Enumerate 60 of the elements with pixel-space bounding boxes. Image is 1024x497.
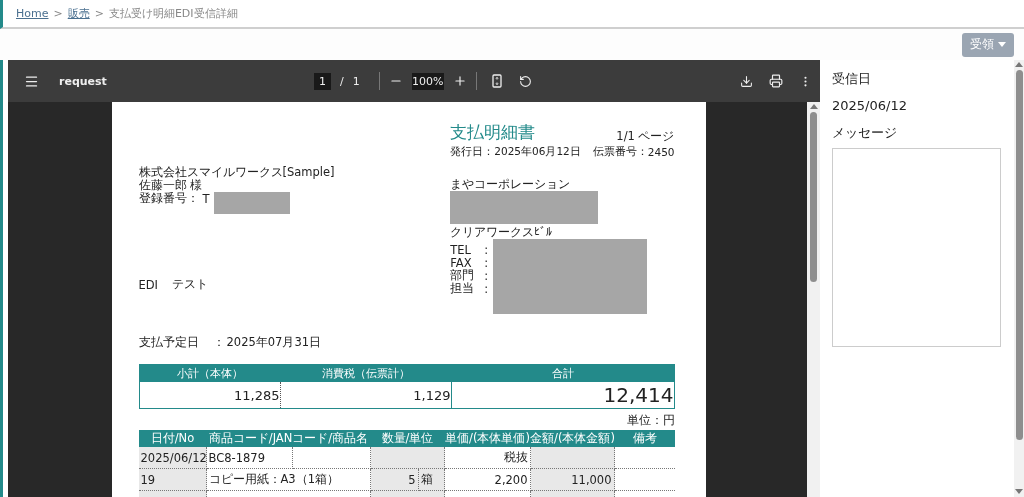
- subject-value: テスト: [172, 277, 208, 292]
- summary-header: 消費税（伝票計）: [280, 365, 452, 382]
- contact-label: TEL: [450, 242, 472, 257]
- breadcrumb-text: 支払受け明細EDI受信詳細: [108, 6, 238, 21]
- contact-separator: :: [484, 281, 490, 296]
- page-number-field[interactable]: 1: [314, 72, 331, 90]
- page-separator: /: [340, 74, 344, 88]
- breadcrumb-text: >: [53, 7, 63, 20]
- table-cell: 2,200: [444, 469, 531, 491]
- table-cell: 5: [370, 469, 419, 491]
- recipient-person: 佐藤一郎 様: [138, 178, 203, 192]
- message-label: メッセージ: [832, 124, 898, 142]
- document-title: request: [59, 74, 107, 88]
- contact-label: 部門: [450, 268, 476, 282]
- table-cell: 2025/06/12: [138, 447, 207, 469]
- table-header: 日付/No: [138, 430, 207, 447]
- breadcrumb-text: >: [94, 7, 104, 20]
- due-date-label: 支払予定日: [138, 335, 200, 350]
- table-header: 単価/(本体単価): [444, 430, 531, 447]
- page-label: 1/1 ページ: [616, 128, 675, 144]
- due-date-value: 2025年07月31日: [226, 335, 322, 350]
- table-cell: BC8-1879: [206, 447, 293, 469]
- issue-date-value: 2025年06月12日: [494, 144, 581, 159]
- summary-header: 合計: [451, 365, 674, 382]
- table-cell: コピー用紙：A3（1箱）: [206, 469, 371, 491]
- slip-number-value: 2450: [647, 145, 675, 158]
- due-date-separator: ：: [212, 335, 226, 350]
- breadcrumb-link[interactable]: Home: [16, 7, 49, 20]
- unit-note: 単位：円: [626, 413, 675, 427]
- subject-label: EDI: [138, 277, 158, 292]
- page-total: 1: [352, 74, 360, 88]
- table-header: 商品コード/JANコード/商品名: [206, 430, 371, 447]
- table-cell: 箱: [418, 469, 445, 491]
- summary-header: 小計（本体）: [139, 365, 281, 382]
- table-header: 金額/(本体金額): [530, 430, 615, 447]
- table-header: 数量/単位: [370, 430, 445, 447]
- contact-separator: :: [484, 255, 490, 270]
- slip-number-label: 伝票番号：: [592, 144, 648, 159]
- summary-value: 12,414: [602, 382, 674, 408]
- table-cell: 税抜: [444, 447, 531, 469]
- recipient-company: 株式会社スマイルワークス[Sample]: [138, 165, 335, 179]
- summary-value: 11,285: [139, 382, 281, 408]
- contact-separator: :: [484, 242, 490, 257]
- sender-building: クリアワークスﾋﾞﾙ: [450, 225, 553, 240]
- table-header: 備考: [614, 430, 675, 447]
- received-date-value: 2025/06/12: [832, 98, 908, 115]
- registration-label: 登録番号：: [138, 191, 199, 206]
- sender-company: まやコーポレーション: [450, 177, 571, 192]
- contact-label: FAX: [450, 255, 472, 270]
- contact-label: 担当: [450, 281, 476, 296]
- table-cell: 11,000: [530, 469, 615, 491]
- breadcrumb-link[interactable]: 販売: [67, 6, 90, 21]
- table-cell: 19: [138, 469, 207, 491]
- zoom-field[interactable]: 100%: [411, 72, 444, 90]
- registration-value: T: [202, 191, 210, 206]
- summary-value: 1,129: [280, 382, 452, 408]
- received-date-label: 受信日: [832, 70, 872, 88]
- document-title-heading: 支払明細書: [450, 120, 536, 144]
- contact-separator: :: [484, 268, 490, 283]
- issue-date-label: 発行日：: [450, 144, 495, 159]
